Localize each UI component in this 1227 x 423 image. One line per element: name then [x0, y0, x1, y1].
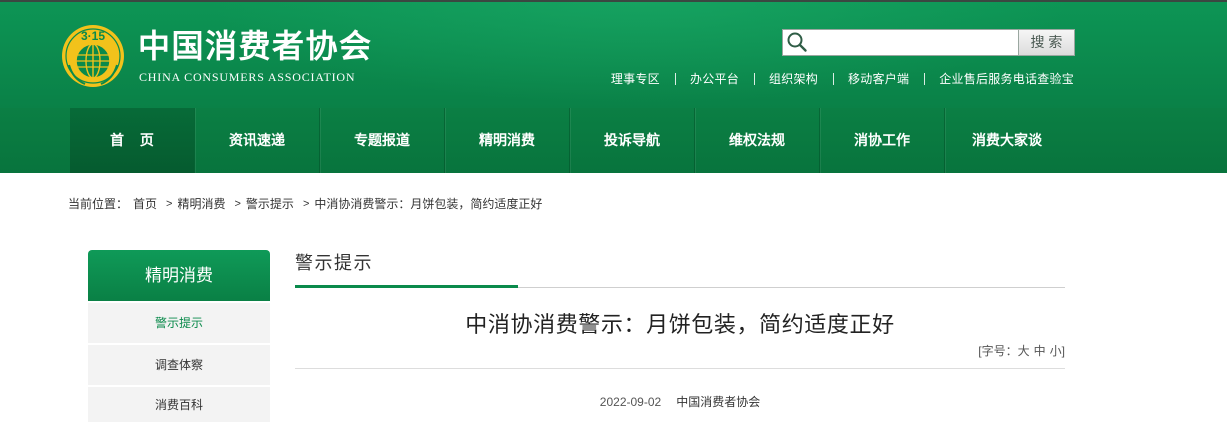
nav-item-association-work[interactable]: 消协工作: [819, 108, 944, 173]
nav-item-rights-laws[interactable]: 维权法规: [694, 108, 819, 173]
article-date: 2022-09-02: [599, 395, 662, 409]
section-title: 警示提示: [295, 253, 373, 273]
nav-item-home[interactable]: 首 页: [70, 108, 194, 173]
breadcrumb-item-home[interactable]: 首页: [133, 196, 157, 212]
breadcrumb-separator: >: [302, 198, 310, 210]
sidebar-item-warnings[interactable]: 警示提示: [88, 303, 270, 343]
breadcrumb: 当前位置： 首页 > 精明消费 > 警示提示 > 中消协消费警示：月饼包装，简约…: [68, 196, 542, 212]
site-header: 3·15 中国消费者协会 CHINA CONSUMERS ASSOCIATION…: [0, 0, 1227, 108]
breadcrumb-separator: >: [166, 198, 173, 210]
top-link-organization[interactable]: 组织架构: [769, 71, 818, 87]
nav-item-news[interactable]: 资讯速递: [194, 108, 319, 173]
sidebar-item-encyclopedia[interactable]: 消费百科: [88, 387, 270, 422]
nav-item-consumer-forum[interactable]: 消费大家谈: [944, 108, 1069, 173]
top-link-divider: [674, 73, 676, 85]
logo-mark-text: 3·15: [81, 29, 105, 43]
top-links: 理事专区 办公平台 组织架构 移动客户端 企业售后服务电话查验宝: [611, 71, 1074, 87]
font-size-small[interactable]: 小: [1050, 344, 1062, 358]
breadcrumb-prefix: 当前位置：: [68, 197, 129, 211]
nav-item-smart-consumption[interactable]: 精明消费: [444, 108, 569, 173]
nav-item-special-reports[interactable]: 专题报道: [319, 108, 444, 173]
article-title: 中消协消费警示：月饼包装，简约适度正好: [465, 312, 895, 337]
font-size-medium[interactable]: 中: [1034, 344, 1046, 358]
nav-item-complaint-guide[interactable]: 投诉导航: [569, 108, 694, 173]
font-size-control: [字号：大中小]: [295, 343, 1065, 359]
breadcrumb-item-warnings[interactable]: 警示提示: [246, 196, 294, 212]
site-name-english[interactable]: CHINA CONSUMERS ASSOCIATION: [139, 69, 355, 85]
sidebar: 精明消费 警示提示 调查体察 消费百科: [88, 250, 270, 422]
search-input[interactable]: [782, 29, 1019, 56]
top-link-office[interactable]: 办公平台: [690, 71, 739, 87]
sidebar-item-investigations[interactable]: 调查体察: [88, 345, 270, 385]
breadcrumb-separator: >: [234, 198, 241, 210]
article-source: 中国消费者协会: [676, 395, 761, 409]
search-icon: [787, 32, 807, 52]
breadcrumb-item-smart-consumption[interactable]: 精明消费: [177, 196, 225, 212]
top-link-divider: [924, 73, 926, 85]
section-divider-accent: [295, 285, 518, 288]
search-button[interactable]: 搜 索: [1018, 29, 1075, 56]
breadcrumb-current: 中消协消费警示：月饼包装，简约适度正好: [314, 197, 543, 211]
top-link-after-sales-lookup[interactable]: 企业售后服务电话查验宝: [939, 71, 1074, 87]
site-name[interactable]: 中国消费者协会: [138, 27, 373, 65]
top-link-council[interactable]: 理事专区: [611, 71, 660, 87]
main-nav-items: 首 页 资讯速递 专题报道 精明消费 投诉导航 维权法规 消协工作 消费大家谈: [70, 108, 1069, 173]
font-size-suffix: ]: [1061, 344, 1065, 358]
top-link-divider: [753, 73, 755, 85]
font-size-prefix: [字号：: [978, 344, 1018, 358]
article-meta: 2022-09-02 中国消费者协会: [295, 394, 1065, 410]
main-nav: 首 页 资讯速递 专题报道 精明消费 投诉导航 维权法规 消协工作 消费大家谈: [0, 108, 1227, 173]
top-link-divider: [832, 73, 834, 85]
font-size-large[interactable]: 大: [1018, 344, 1030, 358]
site-logo-emblem[interactable]: 3·15: [61, 21, 125, 89]
sidebar-title: 精明消费: [88, 250, 270, 301]
article-divider: [295, 368, 1065, 369]
top-link-mobile-client[interactable]: 移动客户端: [848, 71, 909, 87]
